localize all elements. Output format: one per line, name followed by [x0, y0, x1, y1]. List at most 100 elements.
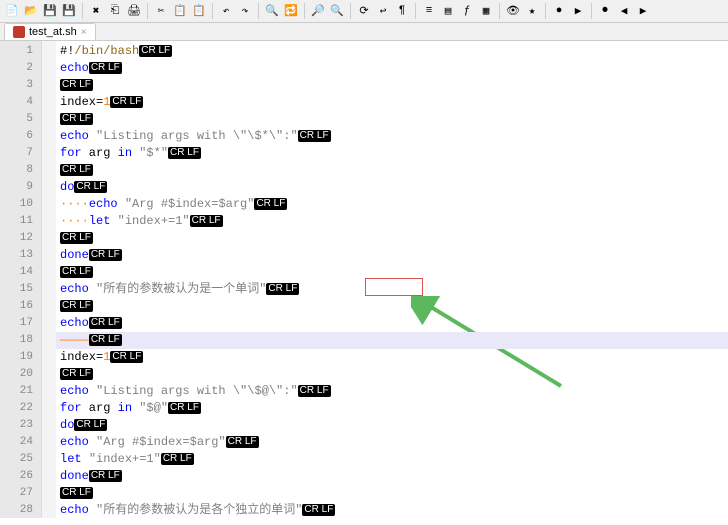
crlf-marker: CR LF	[139, 45, 172, 57]
code-line[interactable]: CR LF	[56, 366, 728, 383]
crlf-marker: CR LF	[302, 504, 335, 516]
line-number: 20	[0, 366, 41, 383]
code-line[interactable]: index=1CR LF	[56, 94, 728, 111]
code-line[interactable]: doCR LF	[56, 417, 728, 434]
code-area[interactable]: #!/bin/bashCR LFechoCR LFCR LFindex=1CR …	[56, 41, 728, 518]
toolbar-separator	[304, 3, 305, 19]
code-line[interactable]: ————CR LF	[56, 332, 728, 349]
navigate-forward-icon[interactable]: ▶	[635, 3, 651, 19]
line-number: 21	[0, 383, 41, 400]
replace-icon[interactable]: 🔁	[283, 3, 299, 19]
show-symbol-icon[interactable]: 👁	[505, 3, 521, 19]
whitespace-icon[interactable]: ¶	[394, 3, 410, 19]
crlf-marker: CR LF	[89, 334, 122, 346]
line-number: 18	[0, 332, 41, 349]
code-line[interactable]: CR LF	[56, 264, 728, 281]
crlf-marker: CR LF	[168, 147, 201, 159]
line-number: 23	[0, 417, 41, 434]
print-icon[interactable]: 🖨	[126, 3, 142, 19]
bookmark-icon[interactable]: ★	[524, 3, 540, 19]
code-line[interactable]: index=1CR LF	[56, 349, 728, 366]
line-number: 9	[0, 179, 41, 196]
line-number: 4	[0, 94, 41, 111]
doc-map-icon[interactable]: ▦	[478, 3, 494, 19]
line-number: 11	[0, 213, 41, 230]
crlf-marker: CR LF	[161, 453, 194, 465]
toolbar-separator	[258, 3, 259, 19]
zoom-out-icon[interactable]: 🔍	[329, 3, 345, 19]
editor-area[interactable]: 1234567891011121314151617181920212223242…	[0, 41, 728, 518]
code-line[interactable]: echo "Listing args with \"\$*\":"CR LF	[56, 128, 728, 145]
open-icon[interactable]: 📂	[23, 3, 39, 19]
code-line[interactable]: ····let "index+=1"CR LF	[56, 213, 728, 230]
navigate-back-icon[interactable]: ◀	[616, 3, 632, 19]
toolbar-separator	[212, 3, 213, 19]
fold-icon[interactable]: ▤	[440, 3, 456, 19]
crlf-marker: CR LF	[190, 215, 223, 227]
record-icon[interactable]: ⏺	[597, 3, 613, 19]
copy-icon[interactable]: 📋	[172, 3, 188, 19]
crlf-marker: CR LF	[266, 283, 299, 295]
code-line[interactable]: #!/bin/bashCR LF	[56, 43, 728, 60]
sync-icon[interactable]: ⟳	[356, 3, 372, 19]
close-icon[interactable]: ✖	[88, 3, 104, 19]
tab-close-icon[interactable]: ×	[81, 27, 87, 38]
code-line[interactable]: echo "所有的参数被认为是一个单词"CR LF	[56, 281, 728, 298]
line-number: 14	[0, 264, 41, 281]
toolbar-separator	[499, 3, 500, 19]
crlf-marker: CR LF	[60, 232, 93, 244]
main-toolbar: 📄📂💾💾✖⎗🖨✂📋📋↶↷🔍🔁🔎🔍⟳↩¶≡▤ƒ▦👁★●▶⏺◀▶	[0, 0, 728, 23]
new-file-icon[interactable]: 📄	[4, 3, 20, 19]
redo-icon[interactable]: ↷	[237, 3, 253, 19]
close-all-icon[interactable]: ⎗	[107, 3, 123, 19]
line-number: 12	[0, 230, 41, 247]
code-line[interactable]: CR LF	[56, 485, 728, 502]
code-line[interactable]: let "index+=1"CR LF	[56, 451, 728, 468]
crlf-marker: CR LF	[226, 436, 259, 448]
file-tab[interactable]: test_at.sh ×	[4, 23, 96, 40]
line-number: 10	[0, 196, 41, 213]
code-line[interactable]: CR LF	[56, 111, 728, 128]
line-number: 13	[0, 247, 41, 264]
code-line[interactable]: CR LF	[56, 298, 728, 315]
code-line[interactable]: CR LF	[56, 77, 728, 94]
toolbar-separator	[545, 3, 546, 19]
crlf-marker: CR LF	[298, 130, 331, 142]
code-line[interactable]: for arg in "$*"CR LF	[56, 145, 728, 162]
indent-guide-icon[interactable]: ≡	[421, 3, 437, 19]
macro-play-icon[interactable]: ▶	[570, 3, 586, 19]
code-line[interactable]: echo "Listing args with \"\$@\":"CR LF	[56, 383, 728, 400]
line-number: 25	[0, 451, 41, 468]
code-line[interactable]: doneCR LF	[56, 247, 728, 264]
crlf-marker: CR LF	[254, 198, 287, 210]
toolbar-separator	[147, 3, 148, 19]
line-number: 5	[0, 111, 41, 128]
zoom-in-icon[interactable]: 🔎	[310, 3, 326, 19]
cut-icon[interactable]: ✂	[153, 3, 169, 19]
code-line[interactable]: echoCR LF	[56, 60, 728, 77]
function-list-icon[interactable]: ƒ	[459, 3, 475, 19]
code-line[interactable]: echoCR LF	[56, 315, 728, 332]
code-line[interactable]: doCR LF	[56, 179, 728, 196]
line-number: 7	[0, 145, 41, 162]
crlf-marker: CR LF	[89, 317, 122, 329]
code-line[interactable]: doneCR LF	[56, 468, 728, 485]
code-line[interactable]: echo "Arg #$index=$arg"CR LF	[56, 434, 728, 451]
code-line[interactable]: for arg in "$@"CR LF	[56, 400, 728, 417]
code-line[interactable]: CR LF	[56, 230, 728, 247]
save-icon[interactable]: 💾	[42, 3, 58, 19]
undo-icon[interactable]: ↶	[218, 3, 234, 19]
line-number: 28	[0, 502, 41, 518]
tab-bar: test_at.sh ×	[0, 23, 728, 41]
wrap-icon[interactable]: ↩	[375, 3, 391, 19]
toolbar-separator	[82, 3, 83, 19]
find-icon[interactable]: 🔍	[264, 3, 280, 19]
paste-icon[interactable]: 📋	[191, 3, 207, 19]
save-all-icon[interactable]: 💾	[61, 3, 77, 19]
code-line[interactable]: echo "所有的参数被认为是各个独立的单词"CR LF	[56, 502, 728, 518]
code-line[interactable]: ····echo "Arg #$index=$arg"CR LF	[56, 196, 728, 213]
code-line[interactable]: CR LF	[56, 162, 728, 179]
macro-record-icon[interactable]: ●	[551, 3, 567, 19]
tab-filename: test_at.sh	[29, 26, 77, 38]
line-number: 15	[0, 281, 41, 298]
